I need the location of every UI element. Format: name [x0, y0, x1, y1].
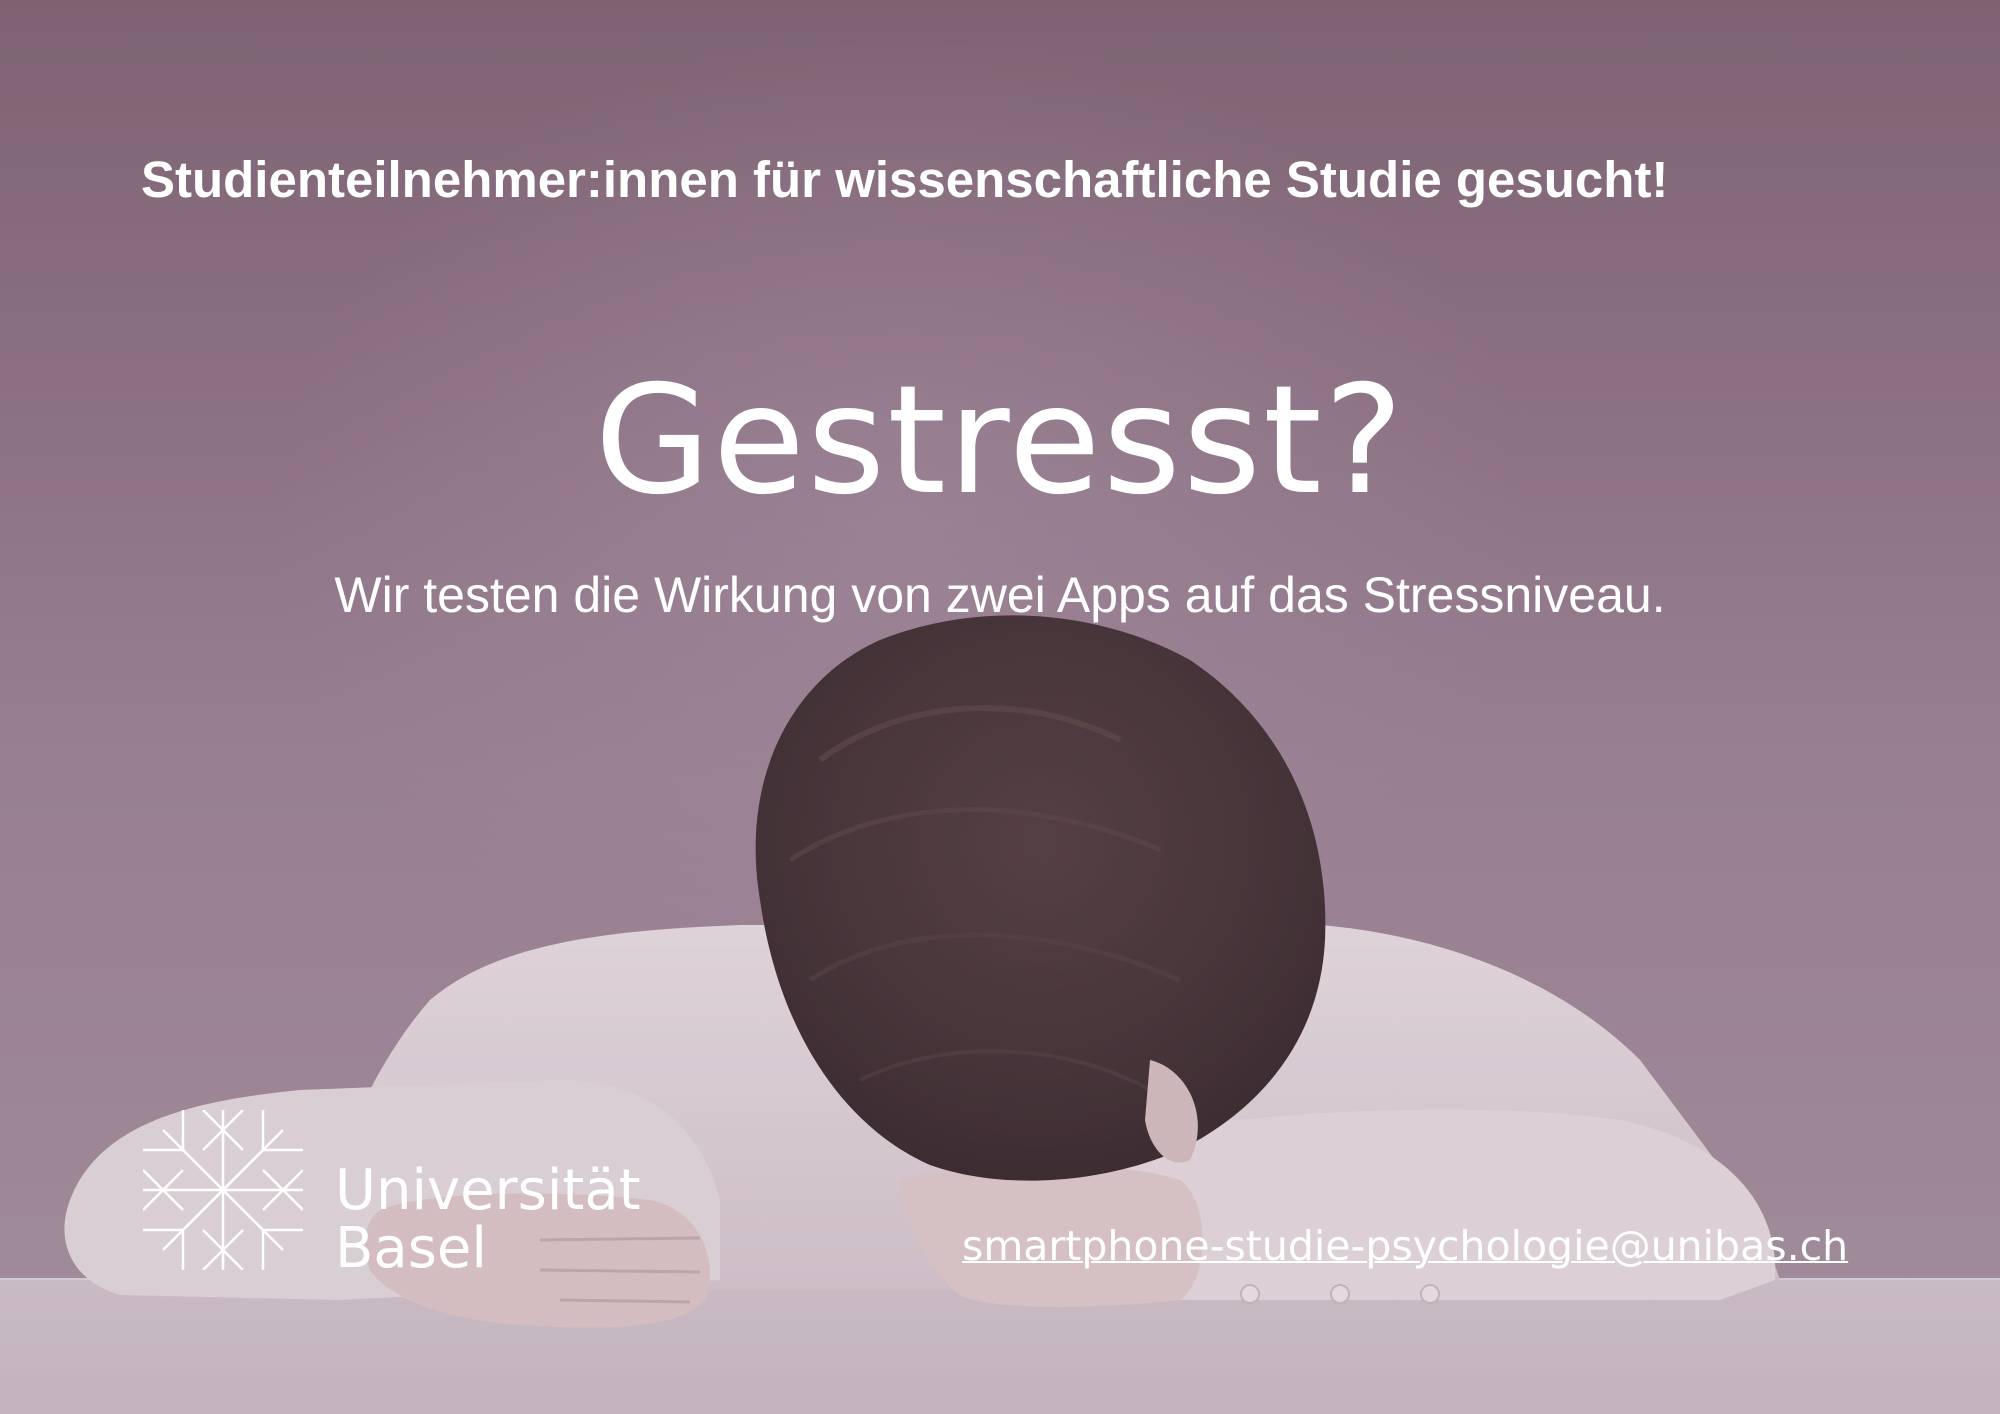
contact-email-link[interactable]: smartphone-studie-psychologie@unibas.ch — [962, 1222, 1848, 1270]
main-question-title: Gestresst? — [594, 354, 1406, 528]
study-description: Wir testen die Wirkung von zwei Apps auf… — [334, 567, 1666, 623]
university-name-line1: Universität — [335, 1158, 641, 1223]
university-basel-star-icon — [143, 1110, 303, 1270]
university-name: Universität Basel — [335, 1162, 641, 1278]
recruitment-headline: Studienteilnehmer:innen für wissenschaft… — [141, 151, 1669, 208]
university-basel-logo: Universität Basel — [143, 1110, 663, 1280]
university-name-line2: Basel — [335, 1216, 487, 1281]
